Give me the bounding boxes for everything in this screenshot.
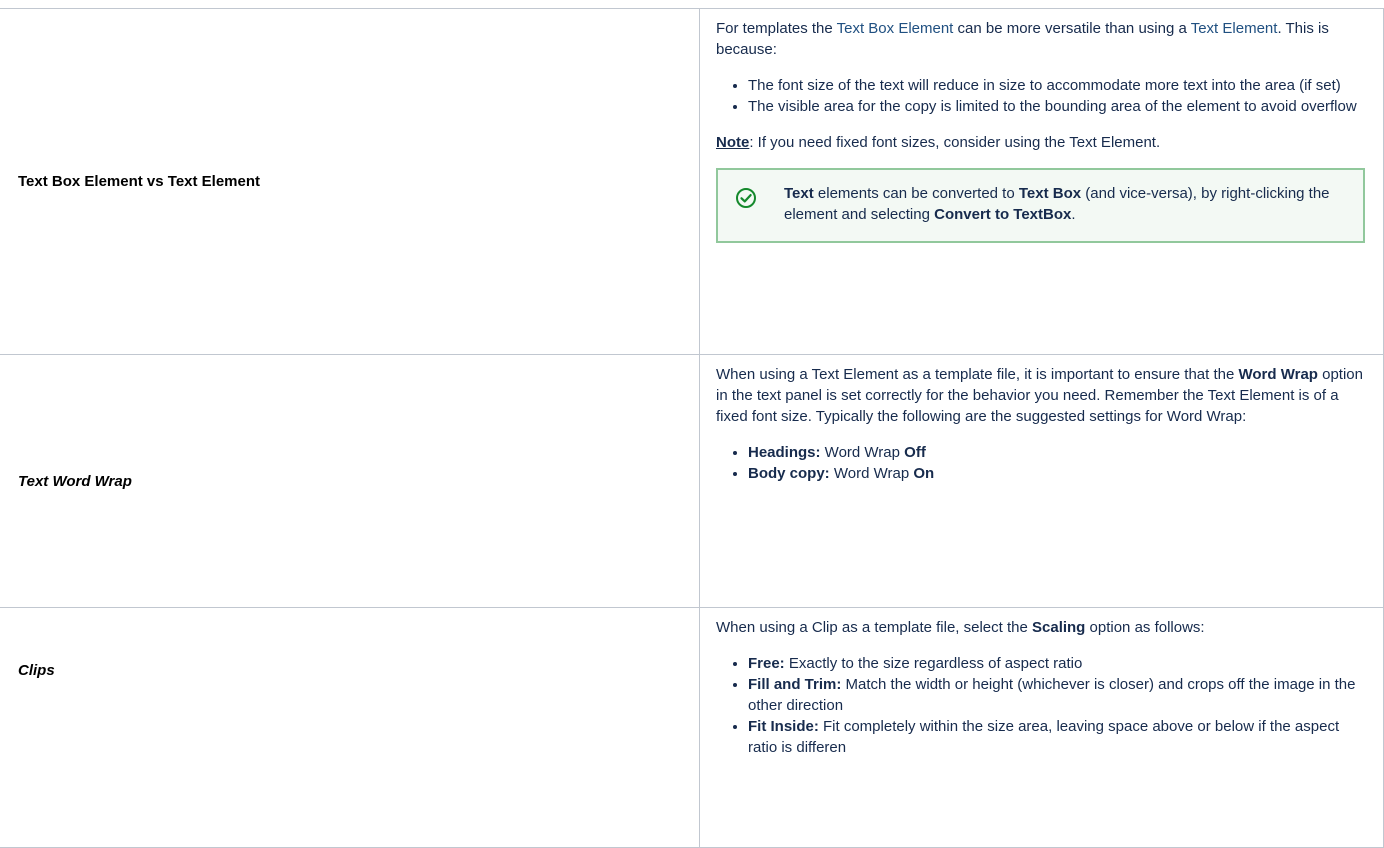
note-text: : If you need fixed font sizes, consider… (749, 134, 1161, 151)
table-row: Text Word Wrap When using a Text Element… (0, 354, 1384, 608)
tip-bold: Convert to TextBox (934, 206, 1072, 223)
list-item: Free: Exactly to the size regardless of … (748, 653, 1367, 674)
intro-text: When using a Text Element as a template … (716, 366, 1239, 383)
row-label-cell: Text Word Wrap (0, 354, 700, 608)
check-circle-icon (735, 187, 757, 209)
list-item: The font size of the text will reduce in… (748, 75, 1367, 96)
list-item: Body copy: Word Wrap On (748, 463, 1367, 484)
item-value: Off (904, 444, 926, 461)
item-label: Fit Inside: (748, 718, 819, 735)
item-text: Word Wrap (820, 444, 905, 461)
item-text: Exactly to the size regardless of aspect… (784, 655, 1083, 672)
intro-paragraph: When using a Text Element as a template … (716, 364, 1367, 427)
note-label: Note (716, 134, 750, 151)
tip-plain: . (1071, 206, 1076, 223)
template-tips-table: Text Box Element vs Text Element For tem… (0, 8, 1384, 848)
row-content-cell: For templates the Text Box Element can b… (699, 8, 1384, 355)
tip-plain: elements can be converted to (813, 185, 1019, 202)
item-label: Headings: (748, 444, 821, 461)
list-item: Headings: Word Wrap Off (748, 442, 1367, 463)
table-row: Text Box Element vs Text Element For tem… (0, 8, 1384, 355)
bullet-list: Headings: Word Wrap Off Body copy: Word … (716, 442, 1367, 484)
list-item: The visible area for the copy is limited… (748, 96, 1367, 117)
row-label: Text Word Wrap (18, 472, 132, 490)
tip-text: Text elements can be converted to Text B… (784, 185, 1330, 223)
tip-bold: Text (784, 185, 814, 202)
item-text: Word Wrap (829, 465, 914, 482)
bullet-list: Free: Exactly to the size regardless of … (716, 653, 1367, 758)
text-box-element-link[interactable]: Text Box Element (837, 20, 954, 37)
item-label: Free: (748, 655, 785, 672)
intro-text: option as follows: (1085, 619, 1205, 636)
item-label: Fill and Trim: (748, 676, 842, 693)
intro-text: For templates the (716, 20, 837, 37)
tip-panel: Text elements can be converted to Text B… (716, 168, 1365, 243)
list-item: Fill and Trim: Match the width or height… (748, 674, 1367, 716)
row-label: Text Box Element vs Text Element (18, 173, 261, 190)
intro-text: When using a Clip as a template file, se… (716, 619, 1032, 636)
bullet-list: The font size of the text will reduce in… (716, 75, 1367, 117)
text-element-link[interactable]: Text Element (1191, 20, 1278, 37)
item-text: Fit completely within the size area, lea… (748, 718, 1340, 756)
intro-paragraph: For templates the Text Box Element can b… (716, 18, 1367, 60)
row-content-cell: When using a Text Element as a template … (699, 354, 1384, 608)
tip-bold: Text Box (1018, 185, 1082, 202)
item-label: Body copy: (748, 465, 830, 482)
intro-text: can be more versatile than using a (953, 20, 1191, 37)
list-item: Fit Inside: Fit completely within the si… (748, 716, 1367, 758)
row-content-cell: When using a Clip as a template file, se… (699, 607, 1384, 848)
intro-bold: Scaling (1032, 619, 1086, 636)
row-label-cell: Clips (0, 607, 700, 848)
item-value: On (913, 465, 935, 482)
intro-paragraph: When using a Clip as a template file, se… (716, 617, 1367, 638)
table-row: Clips When using a Clip as a template fi… (0, 607, 1384, 848)
row-label: Clips (18, 662, 55, 679)
note-paragraph: Note: If you need fixed font sizes, cons… (716, 132, 1367, 153)
intro-bold: Word Wrap (1238, 366, 1318, 383)
row-label-cell: Text Box Element vs Text Element (0, 8, 700, 355)
